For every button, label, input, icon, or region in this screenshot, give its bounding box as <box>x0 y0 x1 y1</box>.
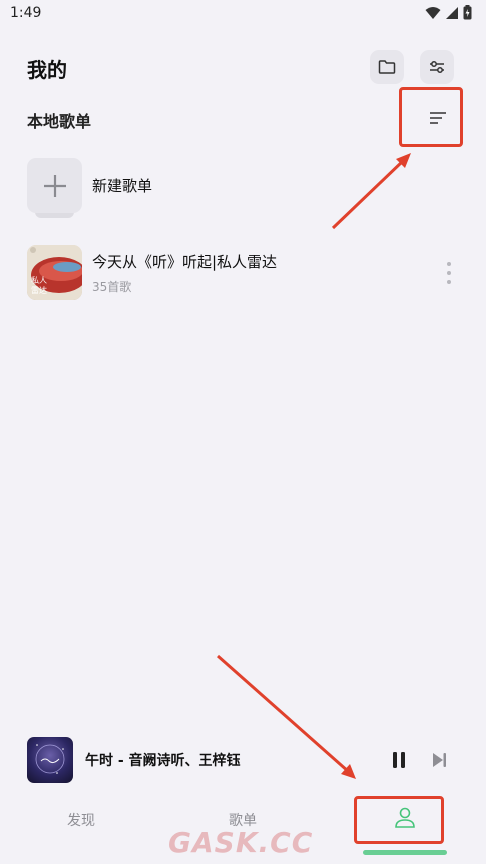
new-playlist-row[interactable]: 新建歌单 <box>27 158 153 218</box>
section-title: 本地歌单 <box>27 112 92 131</box>
folder-icon <box>378 60 396 74</box>
now-playing-cover <box>27 737 73 783</box>
annotation-box-tab <box>354 796 444 844</box>
folder-button[interactable] <box>370 50 404 84</box>
mini-player[interactable]: 午时 - 音阙诗听、王梓钰 <box>0 732 486 788</box>
plus-icon <box>43 174 66 197</box>
active-tab-indicator <box>363 850 447 855</box>
status-time: 1:49 <box>10 5 42 21</box>
now-playing-title: 午时 - 音阙诗听、王梓钰 <box>85 753 241 769</box>
annotation-box-sort <box>399 87 463 147</box>
page-title: 我的 <box>27 58 67 82</box>
playlist-song-count: 35首歌 <box>92 279 132 294</box>
battery-icon <box>463 5 472 20</box>
tab-discover[interactable]: 发现 <box>67 810 95 830</box>
now-playing-cover-art <box>35 744 65 774</box>
wifi-icon <box>425 6 441 19</box>
playlist-item[interactable]: 私人 雷达 今天从《听》听起|私人雷达 35首歌 <box>27 245 459 300</box>
player-controls <box>390 751 448 769</box>
next-track-icon[interactable] <box>430 751 448 769</box>
cover-shadow <box>35 212 74 218</box>
new-playlist-label: 新建歌单 <box>92 177 153 195</box>
more-options-icon[interactable] <box>439 253 459 293</box>
pause-icon[interactable] <box>390 751 408 769</box>
settings-button[interactable] <box>420 50 454 84</box>
playlist-cover: 私人 雷达 <box>27 245 82 300</box>
sliders-icon <box>430 61 444 73</box>
playlist-cover-text: 私人 雷达 <box>31 276 47 295</box>
signal-icon <box>446 6 458 19</box>
playlist-info: 今天从《听》听起|私人雷达 35首歌 <box>92 251 439 295</box>
new-playlist-cover <box>27 158 82 218</box>
watermark: GASK.CC <box>168 826 314 859</box>
status-icons <box>425 5 472 20</box>
playlist-title: 今天从《听》听起|私人雷达 <box>92 252 278 271</box>
status-bar: 1:49 <box>0 0 486 28</box>
